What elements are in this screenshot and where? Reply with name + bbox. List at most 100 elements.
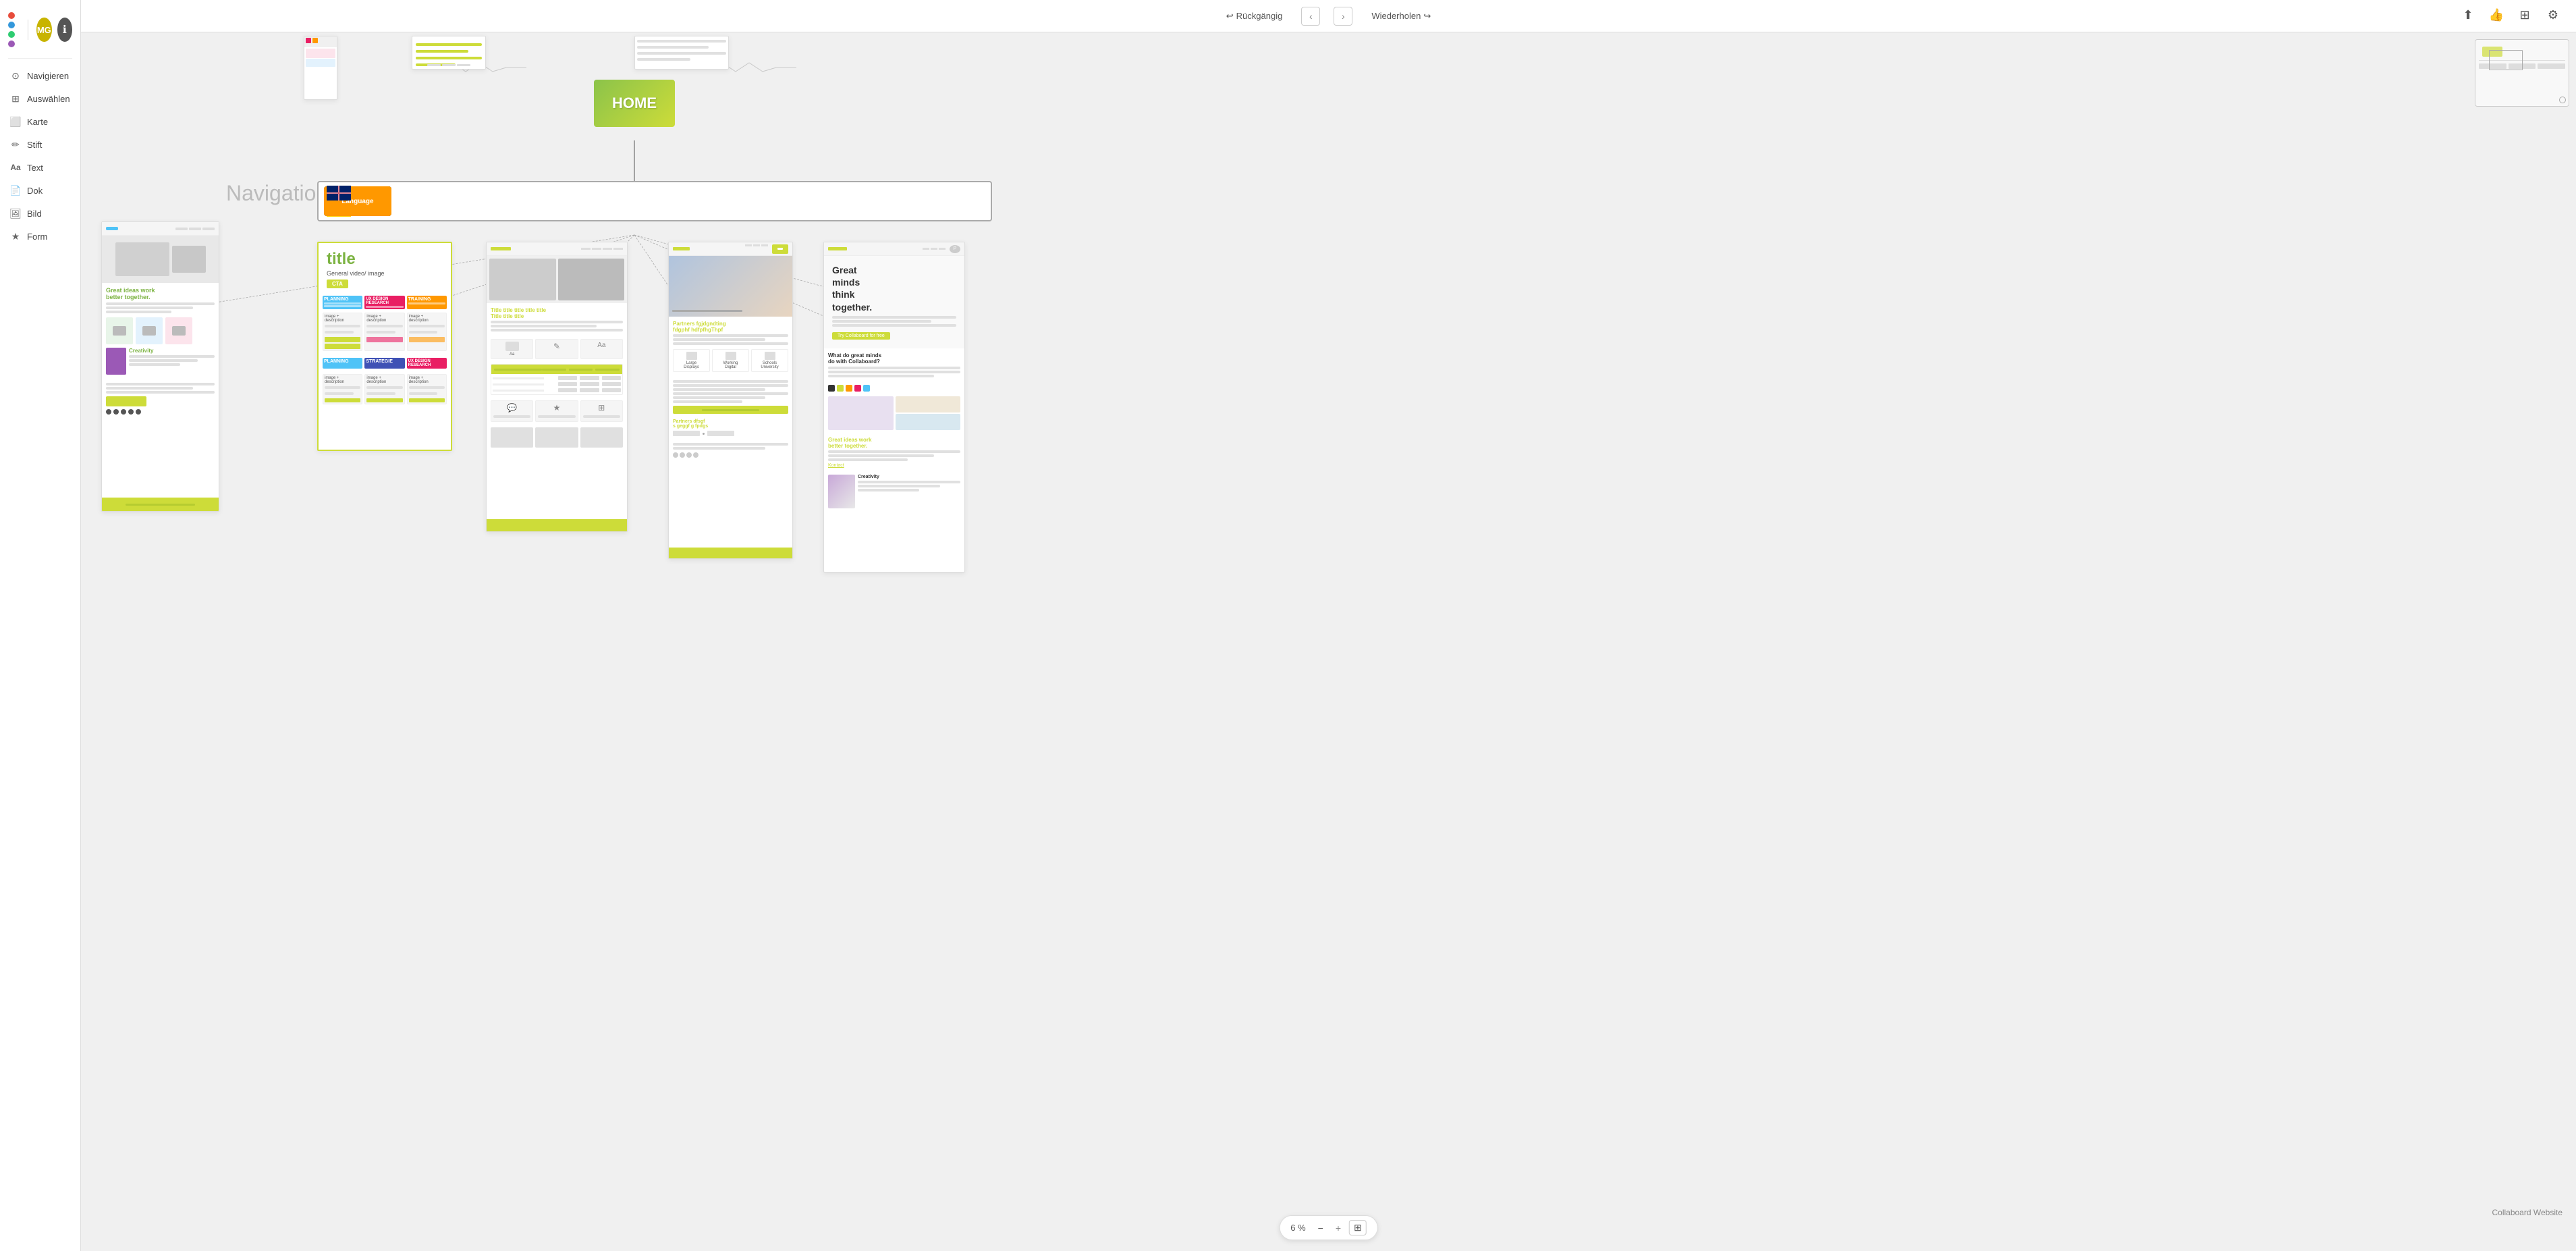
middle-page-mock: Title title title title titleTitle title…	[486, 242, 628, 532]
logo-dot-2	[8, 22, 15, 28]
logo-bar	[491, 247, 511, 250]
text-line-2	[106, 307, 193, 309]
image-icon: 🖼	[9, 207, 22, 219]
bottom-icons	[673, 452, 788, 458]
navigation-label: Navigation	[226, 181, 328, 206]
product-title: Title title title title titleTitle title…	[491, 307, 623, 319]
blog-extra	[669, 376, 792, 417]
hero-image	[102, 236, 219, 283]
blog-hero	[669, 256, 792, 317]
text-line-3	[106, 311, 171, 313]
nav-bar: Use Cases Product Pricing Blog Partner L…	[317, 181, 992, 221]
prod-desc	[832, 316, 956, 327]
home-node[interactable]: HOME	[594, 80, 675, 127]
back-button[interactable]: ‹	[1301, 7, 1320, 26]
sidebar-item-map[interactable]: ⬜ Karte	[0, 110, 80, 133]
toolbar: ↩ Rückgängig ‹ › Wiederholen ↪	[81, 0, 2576, 32]
header-logo	[106, 227, 118, 230]
thumb-lines	[412, 36, 486, 70]
sidebar-label-text: Text	[27, 163, 43, 173]
forward-button[interactable]: ›	[1334, 7, 1352, 26]
thumb-top-left	[304, 36, 337, 100]
blog-content: Partners fgjdgndtingfdgphf hdfpfhgThpf L…	[669, 317, 792, 376]
pen-icon: ✏	[9, 138, 22, 151]
nav-items	[581, 248, 623, 250]
color-dots	[824, 383, 964, 394]
page-mock-header	[102, 222, 219, 236]
info-button[interactable]: ℹ	[57, 18, 72, 42]
green-bar	[106, 396, 146, 406]
blog-footer	[669, 548, 792, 558]
sidebar-top: MG ℹ	[0, 7, 80, 53]
uk-flag[interactable]	[327, 186, 351, 201]
sidebar-item-image[interactable]: 🖼 Bild	[0, 202, 80, 225]
map-icon: ⬜	[9, 115, 22, 128]
sidebar-item-form[interactable]: ★ Form	[0, 225, 80, 248]
green-heading: Great ideas workbetter together.	[106, 287, 215, 300]
bottom-toolbar: 6 % − + ⊞	[1279, 1215, 1378, 1240]
action-icons: 💬 ★ ⊞	[487, 398, 627, 425]
contact-link[interactable]: Kontact	[828, 463, 960, 468]
undo-label: Rückgängig	[1236, 11, 1283, 21]
logo-dot-1	[8, 12, 15, 19]
share-icon[interactable]: ⬆	[2459, 5, 2477, 24]
sidebar-item-select[interactable]: ⊞ Auswählen	[0, 87, 80, 110]
t1	[491, 321, 623, 323]
canvas: Great ideas workbetter together.	[81, 32, 2576, 1251]
redo-button[interactable]: Wiederholen ↪	[1366, 8, 1436, 24]
second-row-grid: PLANNING STRATEGIE UX DESIGNRESEARCH	[319, 356, 451, 371]
select-icon: ⊞	[9, 92, 22, 105]
like-icon[interactable]: 👍	[2487, 5, 2506, 24]
page-subtitle: General video/ image	[327, 270, 443, 277]
second-row-details: image +description image +description im…	[319, 372, 451, 406]
user-avatar-mg[interactable]: MG	[36, 18, 51, 42]
add-frame-button[interactable]: ⊞	[1349, 1220, 1367, 1235]
sidebar-item-pen[interactable]: ✏ Stift	[0, 133, 80, 156]
zoom-out-button[interactable]: −	[1314, 1221, 1327, 1235]
doc-icon: 📄	[9, 184, 22, 196]
page-title-text: title	[327, 250, 443, 269]
sidebar-item-doc[interactable]: 📄 Dok	[0, 179, 80, 202]
sidebar-label-form: Form	[27, 232, 47, 242]
header-nav	[175, 228, 215, 230]
planning-grid: PLANNING UX DESIGNRESEARCH TRAINING	[319, 296, 451, 309]
settings-icon[interactable]: ⚙	[2544, 5, 2563, 24]
home-label: HOME	[612, 95, 657, 112]
product-page-mock: P Greatmindsthinktogether. Try Collaboar…	[823, 242, 965, 573]
t2	[106, 387, 193, 390]
t1	[106, 383, 215, 385]
pricing-table	[491, 364, 623, 395]
thumb-upper-right	[634, 36, 729, 70]
zoom-level: 6 %	[1290, 1223, 1305, 1233]
title-page-mock: title General video/ image CTA PLANNING …	[317, 242, 452, 451]
cta-button[interactable]: CTA	[327, 280, 348, 288]
try-button[interactable]: Try Collaboard for free	[832, 332, 890, 340]
product-content: Title title title title titleTitle title…	[487, 303, 627, 337]
undo-button[interactable]: ↩ Rückgängig	[1221, 8, 1288, 24]
schools-university-label: Schools University	[754, 361, 786, 369]
sidebar-divider	[8, 58, 72, 59]
grid-icon[interactable]: ⊞	[2515, 5, 2534, 24]
sidebar-item-navigate[interactable]: ⊙ Navigieren	[0, 64, 80, 87]
logo-dot-4	[8, 41, 15, 47]
blog-header	[669, 242, 792, 256]
navigate-icon: ⊙	[9, 70, 22, 82]
page-content: Great ideas workbetter together.	[102, 283, 219, 379]
sidebar-item-text[interactable]: Aa Text	[0, 156, 80, 179]
footer-icons	[106, 409, 215, 415]
logo	[8, 12, 20, 47]
form-icon: ★	[9, 230, 22, 242]
sidebar: MG ℹ ⊙ Navigieren ⊞ Auswählen ⬜ Karte ✏ …	[0, 0, 81, 1251]
title-section: title General video/ image CTA	[319, 243, 451, 296]
left-page-mock: Great ideas workbetter together.	[101, 221, 219, 512]
minimap[interactable]	[2475, 39, 2569, 107]
sidebar-label-image: Bild	[27, 209, 42, 219]
mock2-footer	[487, 519, 627, 531]
sidebar-label-select: Auswählen	[27, 94, 70, 104]
planning-details: image +description image +description im…	[319, 311, 451, 353]
undo-icon: ↩	[1226, 11, 1234, 22]
feature-cards: LargeDisplays WorkingDigital Schools Uni…	[673, 349, 788, 372]
redo-icon: ↪	[1423, 11, 1431, 22]
footer-line	[126, 504, 196, 506]
product-images	[487, 256, 627, 303]
